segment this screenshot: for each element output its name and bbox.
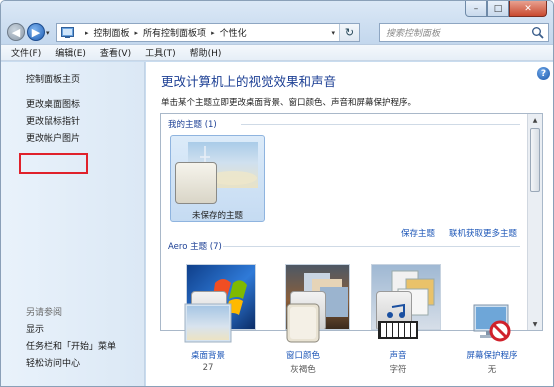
save-theme-link[interactable]: 保存主题 bbox=[401, 227, 435, 239]
screensaver-value: 无 bbox=[487, 365, 497, 375]
address-dropdown-icon[interactable]: ▾ bbox=[331, 29, 335, 37]
theme-color-swatch bbox=[175, 162, 217, 204]
scroll-down-icon[interactable]: ▼ bbox=[528, 318, 542, 330]
theme-name: 未保存的主题 bbox=[191, 211, 243, 221]
task-pane: 控制面板主页 更改桌面图标 更改鼠标指针 更改帐户图片 另请参阅 显示 任务栏和… bbox=[1, 62, 145, 386]
breadcrumb-separator[interactable]: ▸ bbox=[135, 29, 139, 37]
breadcrumb-separator: ▸ bbox=[85, 28, 89, 37]
breadcrumb-all-items[interactable]: 所有控制面板项 bbox=[143, 26, 206, 39]
aero-themes-heading: Aero 主题 (7) bbox=[168, 242, 222, 252]
control-panel-icon bbox=[61, 27, 74, 38]
personalization-window: – □ ✕ ◀ ▶ ▾ ▸ 控制面板 ▸ 所有控制面板项 ▸ 个性化 ▾ ↻ 搜… bbox=[0, 0, 554, 387]
change-desktop-icons-link[interactable]: 更改桌面图标 bbox=[26, 97, 80, 110]
scrollbar-thumb[interactable] bbox=[530, 128, 540, 192]
maximize-button[interactable]: □ bbox=[487, 1, 509, 17]
main-content: ? 更改计算机上的视觉效果和声音 单击某个主题立即更改桌面背景、窗口颜色、声音和… bbox=[146, 62, 553, 386]
search-icon[interactable] bbox=[531, 26, 545, 40]
minimize-button[interactable]: – bbox=[465, 1, 487, 17]
change-account-picture-link[interactable]: 更改帐户图片 bbox=[26, 131, 80, 144]
back-button[interactable]: ◀ bbox=[7, 23, 25, 41]
sound-value: 字符 bbox=[389, 365, 407, 375]
sound-label[interactable]: 声音 bbox=[358, 349, 438, 361]
see-also-heading: 另请参阅 bbox=[26, 308, 63, 318]
menu-view[interactable]: 查看(V) bbox=[100, 46, 131, 59]
address-bar[interactable]: ▸ 控制面板 ▸ 所有控制面板项 ▸ 个性化 ▾ ↻ bbox=[56, 23, 360, 42]
help-icon[interactable]: ? bbox=[537, 67, 550, 80]
menu-edit[interactable]: 编辑(E) bbox=[55, 46, 86, 59]
close-button[interactable]: ✕ bbox=[509, 1, 547, 17]
window-color-label[interactable]: 窗口颜色 bbox=[263, 349, 343, 361]
taskbar-start-menu-link[interactable]: 任务栏和「开始」菜单 bbox=[26, 339, 116, 352]
theme-unsaved[interactable]: 未保存的主题 bbox=[170, 135, 265, 222]
display-link[interactable]: 显示 bbox=[26, 322, 44, 335]
breadcrumb-control-panel[interactable]: 控制面板 bbox=[94, 26, 130, 39]
theme-list: 我的主题 (1) 未保存的主题 保存主题 联机获取更多主题 Aero 主题 (7… bbox=[160, 113, 543, 331]
screensaver-icon bbox=[468, 303, 516, 343]
screensaver-label[interactable]: 屏幕保护程序 bbox=[452, 349, 532, 361]
menu-help[interactable]: 帮助(H) bbox=[190, 46, 222, 59]
theme-list-scrollbar[interactable]: ▲ ▼ bbox=[527, 114, 542, 330]
my-themes-heading: 我的主题 (1) bbox=[168, 120, 217, 130]
breadcrumb-separator[interactable]: ▸ bbox=[211, 29, 215, 37]
menu-file[interactable]: 文件(F) bbox=[11, 46, 41, 59]
search-placeholder: 搜索控制面板 bbox=[386, 29, 441, 39]
breadcrumb-personalization[interactable]: 个性化 bbox=[220, 26, 247, 39]
desktop-background-value: 27 bbox=[202, 363, 214, 373]
window-controls: – □ ✕ bbox=[465, 1, 547, 18]
menu-bar: 文件(F) 编辑(E) 查看(V) 工具(T) 帮助(H) bbox=[1, 44, 553, 61]
divider bbox=[223, 246, 520, 247]
get-more-themes-link[interactable]: 联机获取更多主题 bbox=[449, 227, 517, 239]
title-bar: – □ ✕ ◀ ▶ ▾ ▸ 控制面板 ▸ 所有控制面板项 ▸ 个性化 ▾ ↻ 搜… bbox=[1, 1, 553, 44]
menu-tools[interactable]: 工具(T) bbox=[145, 46, 176, 59]
window-color-value: 灰褐色 bbox=[290, 365, 316, 375]
page-description: 单击某个主题立即更改桌面背景、窗口颜色、声音和屏幕保护程序。 bbox=[161, 98, 417, 108]
scroll-up-icon[interactable]: ▲ bbox=[528, 114, 542, 126]
recent-pages-dropdown[interactable]: ▾ bbox=[46, 29, 50, 37]
window-color-icon bbox=[279, 303, 327, 343]
divider bbox=[241, 124, 520, 125]
refresh-button[interactable]: ↻ bbox=[339, 24, 359, 41]
forward-button[interactable]: ▶ bbox=[27, 23, 45, 41]
desktop-background-label[interactable]: 桌面背景 bbox=[168, 349, 248, 361]
desktop-background-icon bbox=[184, 303, 232, 343]
control-panel-home-link[interactable]: 控制面板主页 bbox=[26, 72, 80, 85]
highlight-box bbox=[19, 153, 88, 174]
sound-icon bbox=[374, 303, 422, 343]
change-mouse-pointers-link[interactable]: 更改鼠标指针 bbox=[26, 114, 80, 127]
search-input[interactable]: 搜索控制面板 bbox=[379, 23, 549, 42]
ease-of-access-link[interactable]: 轻松访问中心 bbox=[26, 356, 80, 369]
page-title: 更改计算机上的视觉效果和声音 bbox=[161, 74, 337, 89]
